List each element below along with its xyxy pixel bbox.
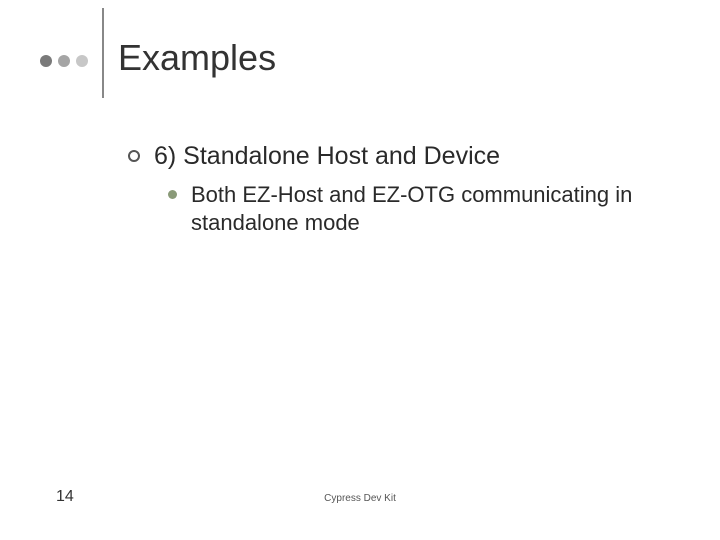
slide-container: Examples 6) Standalone Host and Device B… [0, 0, 720, 540]
list-item: Both EZ-Host and EZ-OTG communicating in… [168, 181, 680, 236]
dot-icon [40, 55, 52, 67]
level2-text: Both EZ-Host and EZ-OTG communicating in… [191, 181, 651, 236]
disc-bullet-icon [168, 190, 177, 199]
dot-icon [76, 55, 88, 67]
list-item: 6) Standalone Host and Device [128, 142, 680, 171]
ring-bullet-icon [128, 150, 140, 162]
decorative-dots [40, 55, 88, 67]
level1-text: 6) Standalone Host and Device [154, 142, 500, 171]
slide-body: 6) Standalone Host and Device Both EZ-Ho… [128, 142, 680, 236]
dot-icon [58, 55, 70, 67]
vertical-divider [102, 8, 104, 98]
footer-text: Cypress Dev Kit [0, 493, 720, 504]
slide-header: Examples [40, 24, 276, 98]
slide-title: Examples [118, 37, 276, 79]
